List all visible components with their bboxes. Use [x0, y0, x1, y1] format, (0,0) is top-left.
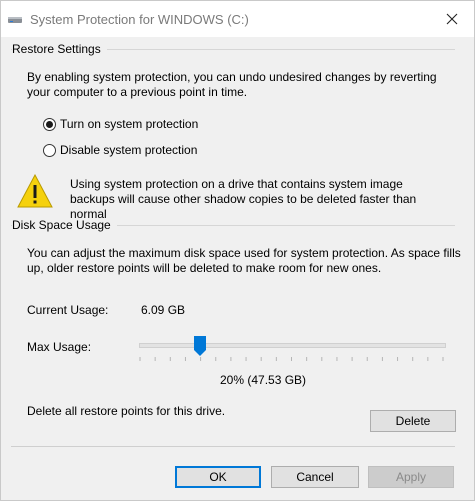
warning-text: Using system protection on a drive that … [70, 177, 417, 221]
title-bar: System Protection for WINDOWS (C:) [1, 1, 474, 37]
apply-button[interactable]: Apply [368, 466, 454, 488]
radio-turn-on-protection[interactable]: Turn on system protection [43, 117, 198, 131]
restore-settings-title: Restore Settings [12, 42, 107, 56]
cancel-button[interactable]: Cancel [271, 466, 359, 488]
current-usage-value: 6.09 GB [141, 303, 186, 317]
max-usage-label: Max Usage: [27, 340, 92, 354]
delete-restore-points-text: Delete all restore points for this drive… [27, 404, 226, 418]
current-usage-label: Current Usage: [27, 303, 109, 317]
max-usage-value: 20% (47.53 GB) [220, 373, 307, 387]
radio-disable-protection[interactable]: Disable system protection [43, 143, 197, 157]
drive-icon [7, 11, 23, 27]
radio-label: Turn on system protection [60, 117, 199, 131]
slider-ticks [139, 357, 444, 361]
radio-label: Disable system protection [60, 143, 198, 157]
close-button[interactable] [432, 5, 472, 33]
warning-icon [17, 173, 53, 208]
delete-button[interactable]: Delete [370, 410, 456, 432]
max-usage-slider-track[interactable] [139, 343, 446, 348]
restore-settings-description: By enabling system protection, you can u… [27, 70, 437, 99]
max-usage-slider-thumb[interactable] [194, 336, 206, 356]
disk-space-title: Disk Space Usage [12, 218, 117, 232]
window-title: System Protection for WINDOWS (C:) [30, 12, 249, 27]
close-icon [446, 13, 458, 25]
radio-button-unselected[interactable] [43, 143, 56, 157]
system-protection-dialog: System Protection for WINDOWS (C:) Resto… [0, 0, 475, 501]
ok-button[interactable]: OK [175, 466, 261, 488]
radio-button-selected[interactable] [43, 117, 56, 131]
footer-divider [11, 446, 455, 447]
disk-space-description: You can adjust the maximum disk space us… [27, 246, 461, 275]
